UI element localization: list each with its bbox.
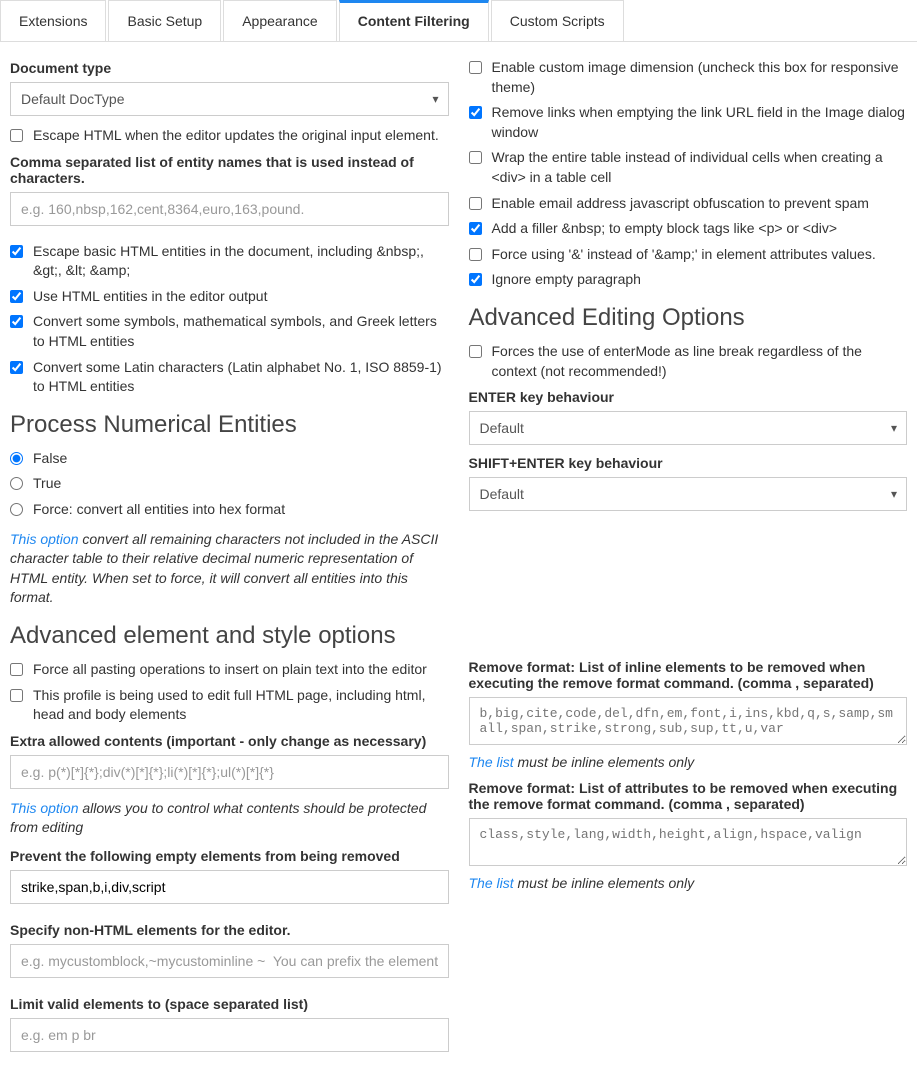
convert-symbols-label: Convert some symbols, mathematical symbo…: [33, 312, 449, 351]
radio-false[interactable]: [10, 452, 23, 465]
use-html-entities-checkbox[interactable]: [10, 290, 23, 303]
wrap-table-label: Wrap the entire table instead of individ…: [492, 148, 908, 187]
convert-latin-label: Convert some Latin characters (Latin alp…: [33, 358, 449, 397]
force-amp-label: Force using '&' instead of '&amp;' in el…: [492, 245, 876, 265]
radio-false-label: False: [33, 449, 67, 469]
content-area: Document type Default DocType Escape HTM…: [0, 42, 917, 1072]
force-paste-checkbox[interactable]: [10, 663, 23, 676]
extra-allowed-label: Extra allowed contents (important - only…: [10, 733, 449, 749]
radio-true[interactable]: [10, 477, 23, 490]
non-html-label: Specify non-HTML elements for the editor…: [10, 922, 449, 938]
shift-enter-select[interactable]: Default: [469, 477, 908, 511]
shift-enter-label: SHIFT+ENTER key behaviour: [469, 455, 908, 471]
ignore-empty-label: Ignore empty paragraph: [492, 270, 641, 290]
remove-format-attr-textarea[interactable]: [469, 818, 908, 866]
this-option-link-1[interactable]: This option: [10, 531, 78, 547]
process-numerical-heading: Process Numerical Entities: [10, 411, 449, 439]
full-page-label: This profile is being used to edit full …: [33, 686, 449, 725]
custom-dim-checkbox[interactable]: [469, 61, 482, 74]
numerical-note: This option convert all remaining charac…: [10, 530, 449, 608]
doc-type-select[interactable]: Default DocType: [10, 82, 449, 116]
enter-label: ENTER key behaviour: [469, 389, 908, 405]
custom-dim-label: Enable custom image dimension (uncheck t…: [492, 58, 908, 97]
escape-html-checkbox[interactable]: [10, 129, 23, 142]
full-page-checkbox[interactable]: [10, 689, 23, 702]
tab-extensions[interactable]: Extensions: [0, 0, 106, 41]
email-obfus-checkbox[interactable]: [469, 197, 482, 210]
remove-format-attr-label: Remove format: List of attributes to be …: [469, 780, 908, 812]
remove-links-label: Remove links when emptying the link URL …: [492, 103, 908, 142]
radio-true-label: True: [33, 474, 61, 494]
tab-appearance[interactable]: Appearance: [223, 0, 337, 41]
advanced-editing-heading: Advanced Editing Options: [469, 304, 908, 332]
convert-symbols-checkbox[interactable]: [10, 315, 23, 328]
prevent-empty-label: Prevent the following empty elements fro…: [10, 848, 449, 864]
ignore-empty-checkbox[interactable]: [469, 273, 482, 286]
force-enter-label: Forces the use of enterMode as line brea…: [492, 342, 908, 381]
entity-list-label: Comma separated list of entity names tha…: [10, 154, 449, 186]
wrap-table-checkbox[interactable]: [469, 151, 482, 164]
email-obfus-label: Enable email address javascript obfuscat…: [492, 194, 869, 214]
tab-content-filtering[interactable]: Content Filtering: [339, 0, 489, 41]
force-enter-checkbox[interactable]: [469, 345, 482, 358]
the-list-link-2[interactable]: The list: [469, 875, 514, 891]
escape-basic-label: Escape basic HTML entities in the docume…: [33, 242, 449, 281]
doc-type-label: Document type: [10, 60, 449, 76]
use-html-entities-label: Use HTML entities in the editor output: [33, 287, 268, 307]
add-filler-checkbox[interactable]: [469, 222, 482, 235]
list-hint-1: The list must be inline elements only: [469, 754, 908, 770]
advanced-element-heading: Advanced element and style options: [10, 622, 449, 650]
prevent-empty-input[interactable]: [10, 870, 449, 904]
escape-basic-checkbox[interactable]: [10, 245, 23, 258]
convert-latin-checkbox[interactable]: [10, 361, 23, 374]
force-amp-checkbox[interactable]: [469, 248, 482, 261]
extra-allowed-input[interactable]: [10, 755, 449, 789]
tab-basic-setup[interactable]: Basic Setup: [108, 0, 221, 41]
entity-list-input[interactable]: [10, 192, 449, 226]
escape-html-label: Escape HTML when the editor updates the …: [33, 126, 439, 146]
force-paste-label: Force all pasting operations to insert o…: [33, 660, 427, 680]
tab-custom-scripts[interactable]: Custom Scripts: [491, 0, 624, 41]
remove-format-el-textarea[interactable]: [469, 697, 908, 745]
limit-valid-input[interactable]: [10, 1018, 449, 1052]
add-filler-label: Add a filler &nbsp; to empty block tags …: [492, 219, 838, 239]
this-option-link-2[interactable]: This option: [10, 800, 78, 816]
radio-force-label: Force: convert all entities into hex for…: [33, 500, 285, 520]
remove-format-el-label: Remove format: List of inline elements t…: [469, 659, 908, 691]
tabs-bar: Extensions Basic Setup Appearance Conten…: [0, 0, 917, 42]
limit-valid-label: Limit valid elements to (space separated…: [10, 996, 449, 1012]
non-html-input[interactable]: [10, 944, 449, 978]
list-hint-2: The list must be inline elements only: [469, 875, 908, 891]
protected-note: This option allows you to control what c…: [10, 799, 449, 838]
right-column: Enable custom image dimension (uncheck t…: [469, 52, 908, 1062]
enter-select[interactable]: Default: [469, 411, 908, 445]
the-list-link-1[interactable]: The list: [469, 754, 514, 770]
radio-force[interactable]: [10, 503, 23, 516]
left-column: Document type Default DocType Escape HTM…: [10, 52, 449, 1062]
remove-links-checkbox[interactable]: [469, 106, 482, 119]
